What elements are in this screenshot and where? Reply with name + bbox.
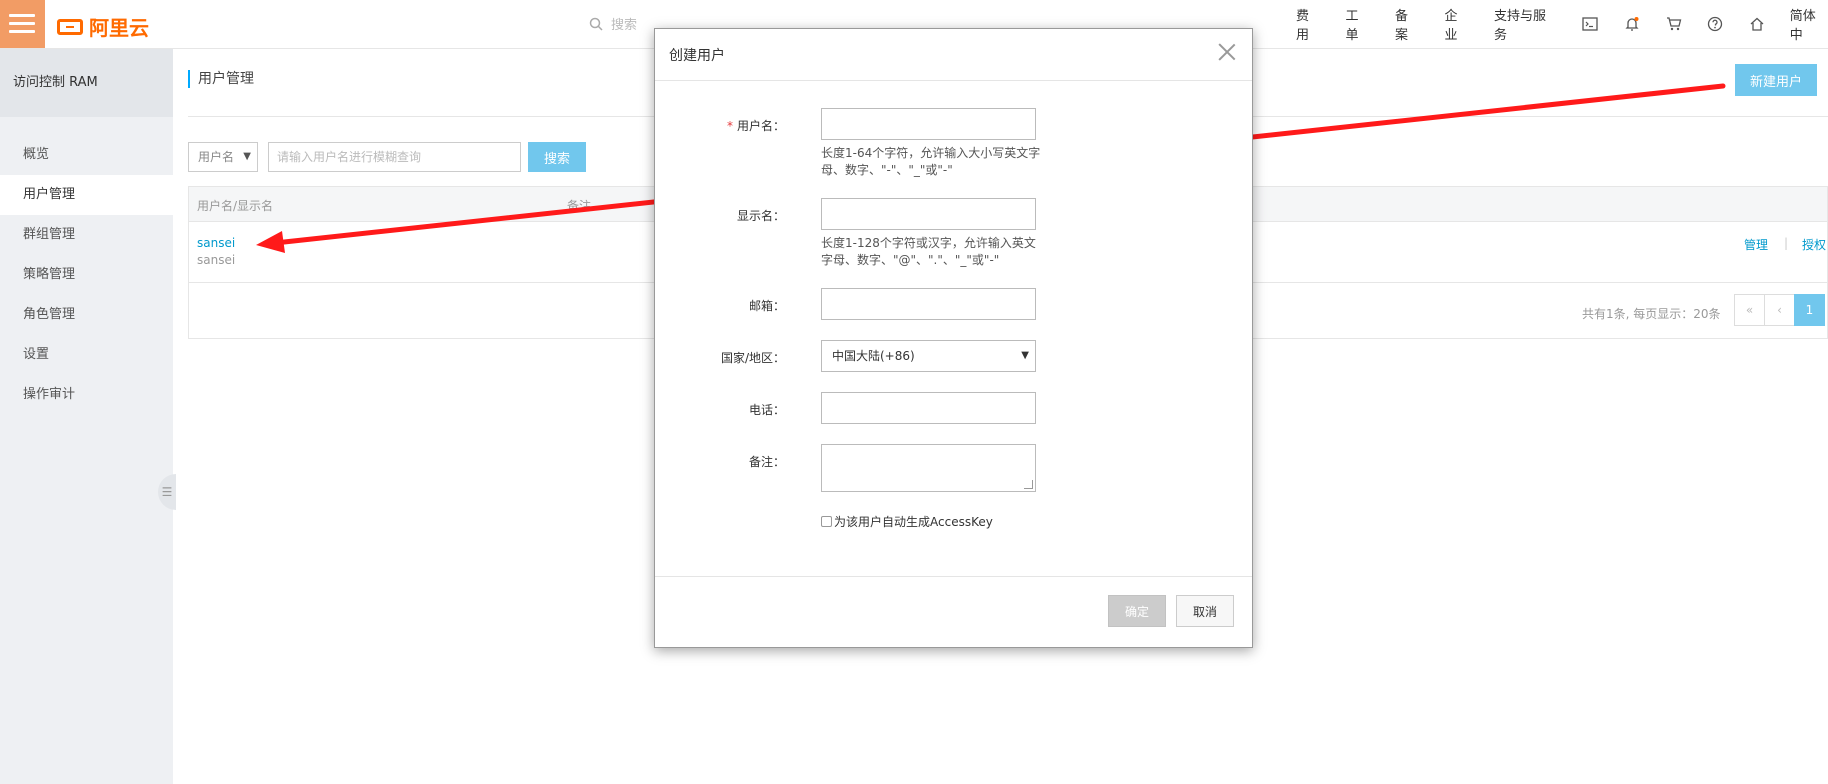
sidebar: 访问控制 RAM 概览 用户管理 群组管理 策略管理 角色管理 设置 操作审计 — [0, 49, 173, 784]
top-nav: 费用 工单 备案 企业 支持与服务 简体中 — [1296, 0, 1828, 48]
required-marker: * — [726, 119, 733, 133]
sidebar-title: 访问控制 RAM — [0, 49, 173, 117]
sidebar-item-groups[interactable]: 群组管理 — [0, 215, 173, 255]
username-label-text: 用户名： — [736, 119, 785, 133]
close-icon[interactable] — [1218, 43, 1236, 61]
nav-tickets[interactable]: 工单 — [1345, 5, 1370, 43]
logo-mark-icon — [57, 18, 83, 35]
cart-icon[interactable] — [1665, 15, 1683, 33]
sidebar-item-policies[interactable]: 策略管理 — [0, 255, 173, 295]
aliyun-logo[interactable]: 阿里云 — [57, 12, 149, 41]
email-label: 邮箱： — [748, 299, 785, 313]
remark-label: 备注： — [748, 455, 785, 469]
user-display-name: sansei — [197, 253, 236, 267]
country-select[interactable]: 中国大陆(+86) ▼ — [821, 340, 1036, 372]
home-icon[interactable] — [1748, 15, 1766, 33]
remark-textarea[interactable] — [821, 444, 1036, 492]
action-separator: | — [1784, 236, 1789, 250]
pagination: « ‹ 1 — [1734, 294, 1825, 326]
search-icon — [589, 17, 603, 31]
caret-down-icon: ▼ — [1021, 350, 1029, 361]
nav-support[interactable]: 支持与服务 — [1494, 5, 1558, 43]
dialog-footer-divider — [655, 576, 1252, 577]
country-select-value: 中国大陆(+86) — [832, 349, 915, 363]
display-name-input[interactable] — [821, 198, 1036, 230]
username-hint: 长度1-64个字符，允许输入大小写英文字母、数字、"-"、"_"或"-" — [821, 146, 1041, 177]
email-input[interactable] — [821, 288, 1036, 320]
user-name-link[interactable]: sansei — [197, 236, 235, 250]
display-name-hint: 长度1-128个字符或汉字，允许输入英文字母、数字、"@"、"."、"_"或"-… — [821, 236, 1036, 267]
top-search[interactable]: 搜索 — [589, 14, 637, 33]
help-icon[interactable] — [1707, 15, 1725, 33]
nav-billing[interactable]: 费用 — [1296, 5, 1321, 43]
search-button[interactable]: 搜索 — [528, 142, 586, 172]
filter-field-value: 用户名 — [198, 150, 235, 164]
col-header-remark: 备注 — [567, 199, 592, 213]
accesskey-option[interactable]: 为该用户自动生成AccessKey — [821, 513, 993, 530]
dialog-title: 创建用户 — [669, 48, 725, 64]
logo-text: 阿里云 — [89, 16, 149, 40]
nav-icp[interactable]: 备案 — [1395, 5, 1420, 43]
sidebar-item-overview[interactable]: 概览 — [0, 135, 173, 175]
phone-label: 电话： — [748, 403, 785, 417]
menu-icon[interactable] — [0, 0, 45, 48]
nav-enterprise[interactable]: 企业 — [1444, 5, 1469, 43]
phone-input[interactable] — [821, 392, 1036, 424]
authorize-link[interactable]: 授权 — [1802, 236, 1826, 253]
top-search-placeholder: 搜索 — [611, 18, 638, 33]
col-header-username: 用户名/显示名 — [197, 199, 274, 213]
username-input[interactable] — [821, 108, 1036, 140]
page-title: 用户管理 — [188, 70, 254, 88]
language-switch[interactable]: 简体中 — [1790, 5, 1828, 43]
accesskey-checkbox[interactable] — [821, 516, 832, 527]
cancel-button[interactable]: 取消 — [1176, 595, 1234, 627]
accesskey-checkbox-label: 为该用户自动生成AccessKey — [834, 515, 993, 529]
filter-field-select[interactable]: 用户名 ▼ — [188, 142, 258, 172]
new-user-button[interactable]: 新建用户 — [1735, 64, 1817, 96]
caret-down-icon: ▼ — [243, 151, 251, 162]
pager-summary: 共有1条, 每页显示：20条 — [1582, 307, 1721, 321]
username-label: * 用户名： — [655, 117, 785, 134]
pager-prev-button[interactable]: ‹ — [1764, 294, 1795, 326]
terminal-icon[interactable] — [1582, 15, 1600, 33]
pager-page-1[interactable]: 1 — [1794, 294, 1825, 326]
dialog-header: 创建用户 — [655, 29, 1252, 81]
confirm-button[interactable]: 确定 — [1108, 595, 1166, 627]
sidebar-item-users[interactable]: 用户管理 — [0, 175, 173, 215]
sidebar-item-settings[interactable]: 设置 — [0, 335, 173, 375]
sidebar-item-roles[interactable]: 角色管理 — [0, 295, 173, 335]
country-label: 国家/地区： — [720, 351, 785, 365]
filter-input[interactable]: 请输入用户名进行模糊查询 — [268, 142, 521, 172]
pager-first-button[interactable]: « — [1734, 294, 1765, 326]
manage-link[interactable]: 管理 — [1744, 236, 1768, 253]
display-name-label: 显示名： — [736, 209, 785, 223]
sidebar-item-audit[interactable]: 操作审计 — [0, 375, 173, 415]
bell-icon[interactable] — [1623, 15, 1641, 33]
create-user-dialog: 创建用户 * 用户名： 长度1-64个字符，允许输入大小写英文字母、数字、"-"、… — [654, 28, 1253, 648]
